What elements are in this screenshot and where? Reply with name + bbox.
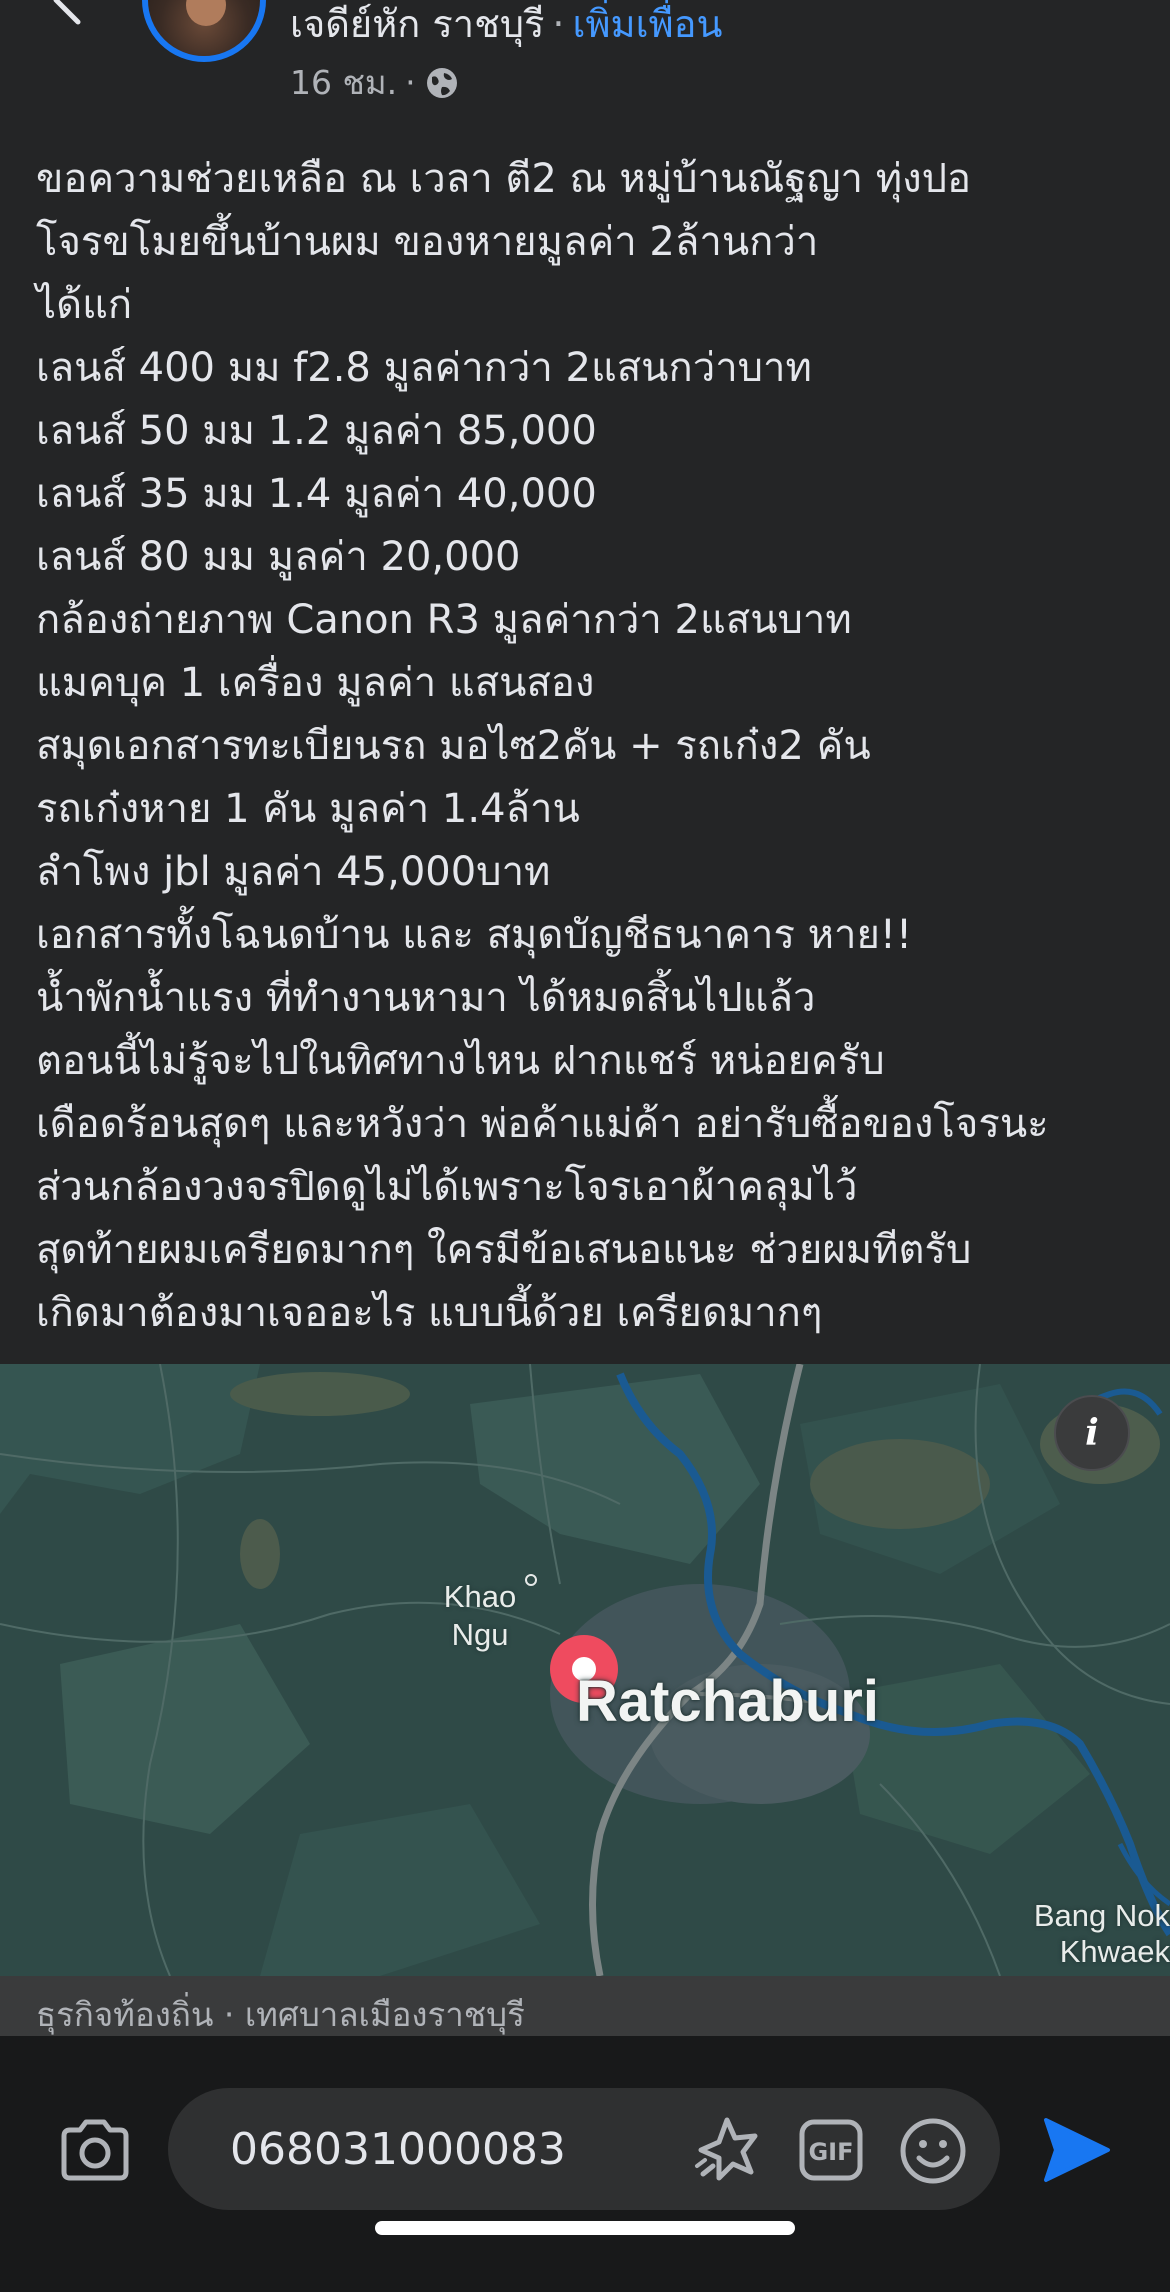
meta-separator: ·	[405, 63, 416, 102]
post-line: ตอนนี้ไม่รู้จะไปในทิศทางไหน ฝากแชร์ หน่อ…	[36, 1038, 885, 1084]
post-line: เลนส์ 50 มม 1.2 มูลค่า 85,000	[36, 408, 597, 454]
post-line: รถเก๋งหาย 1 คัน มูลค่า 1.4ล้าน	[36, 786, 580, 832]
post-line: สมุดเอกสารทะเบียนรถ มอไซ2คัน + รถเก๋ง2 ค…	[36, 723, 871, 769]
sticker-icon[interactable]	[693, 2114, 765, 2186]
map-caption-text: ธุรกิจท้องถิ่น · เทศบาลเมืองราชบุรี	[36, 1995, 525, 2034]
gif-icon[interactable]: GIF	[798, 2118, 864, 2182]
svg-text:GIF: GIF	[808, 2138, 853, 2166]
post-line: เลนส์ 80 มม มูลค่า 20,000	[36, 534, 521, 580]
add-friend-button[interactable]: เพิ่มเพื่อน	[573, 2, 723, 46]
back-arrow-icon[interactable]	[38, 0, 98, 30]
post-time[interactable]: 16 ชม.	[290, 56, 397, 109]
post-line: โจรขโมยขึ้นบ้านผม ของหายมูลค่า 2ล้านกว่า	[36, 219, 819, 265]
camera-icon[interactable]	[58, 2118, 132, 2182]
post-line: แมคบุค 1 เครื่อง มูลค่า แสนสอง	[36, 660, 595, 706]
map-label-city: Ratchaburi	[576, 1669, 879, 1734]
post-line: เอกสารทั้งโฉนดบ้าน และ สมุดบัญชีธนาคาร ห…	[36, 912, 912, 958]
comment-box[interactable]: GIF	[168, 2088, 1000, 2210]
post-line: ได้แก่	[36, 282, 133, 328]
post-line: ขอความช่วยเหลือ ณ เวลา ตี2 ณ หมู่บ้านณัฐ…	[36, 156, 972, 202]
post-text: ขอความช่วยเหลือ ณ เวลา ตี2 ณ หมู่บ้านณัฐ…	[36, 148, 1146, 1345]
map-info-button[interactable]: i	[1054, 1395, 1130, 1471]
home-indicator	[375, 2221, 795, 2235]
comment-composer: GIF	[0, 2036, 1170, 2292]
post-line: ลำโพง jbl มูลค่า 45,000บาท	[36, 849, 551, 895]
globe-icon	[426, 67, 457, 98]
post-meta: 16 ชม. ·	[290, 56, 460, 109]
comment-input[interactable]	[230, 2118, 630, 2180]
post-line: เลนส์ 35 มม 1.4 มูลค่า 40,000	[36, 471, 597, 517]
more-options-icon[interactable]: ···	[1106, 0, 1150, 16]
author-line: เจดีย์หัก ราชบุรี · เพิ่มเพื่อน	[290, 0, 722, 48]
avatar[interactable]	[142, 0, 266, 62]
post-line: เกิดมาต้องมาเจออะไร แบบนี้ด้วย เครียดมาก…	[36, 1290, 823, 1336]
post-line: สุดท้ายผมเครียดมากๆ ใครมีข้อเสนอแนะ ช่วย…	[36, 1227, 972, 1273]
post-line: น้ำพักน้ำแรง ที่ทำงานหามา ได้หมดสิ้นไปแล…	[36, 975, 816, 1021]
author-name[interactable]: เจดีย์หัก ราชบุรี	[290, 2, 544, 46]
post-screen: เจดีย์หัก ราชบุรี·เพิ่มเพื่อน ··· 16 ชม.…	[0, 0, 1170, 2292]
separator: ·	[552, 2, 565, 46]
send-icon[interactable]	[1042, 2114, 1112, 2186]
map-label-khao-ngu: Khao Ngu	[443, 1579, 517, 1652]
post-header: เจดีย์หัก ราชบุรี·เพิ่มเพื่อน ··· 16 ชม.…	[0, 0, 1170, 120]
post-line: ส่วนกล้องวงจรปิดดูไม่ได้เพราะโจรเอาผ้าคล…	[36, 1164, 858, 1210]
post-line: กล้องถ่ายภาพ Canon R3 มูลค่ากว่า 2แสนบาท	[36, 597, 852, 643]
post-line: เดือดร้อนสุดๆ และหวังว่า พ่อค้าแม่ค้า อย…	[36, 1101, 1049, 1147]
emoji-icon[interactable]	[898, 2116, 968, 2186]
map-caption[interactable]: ธุรกิจท้องถิ่น · เทศบาลเมืองราชบุรี	[0, 1976, 1170, 2036]
post-line: เลนส์ 400 มม f2.8 มูลค่ากว่า 2แสนกว่าบาท	[36, 345, 812, 391]
map-label-bang-nok-khwaek: Bang Nok Khwaek	[1033, 1898, 1170, 1969]
